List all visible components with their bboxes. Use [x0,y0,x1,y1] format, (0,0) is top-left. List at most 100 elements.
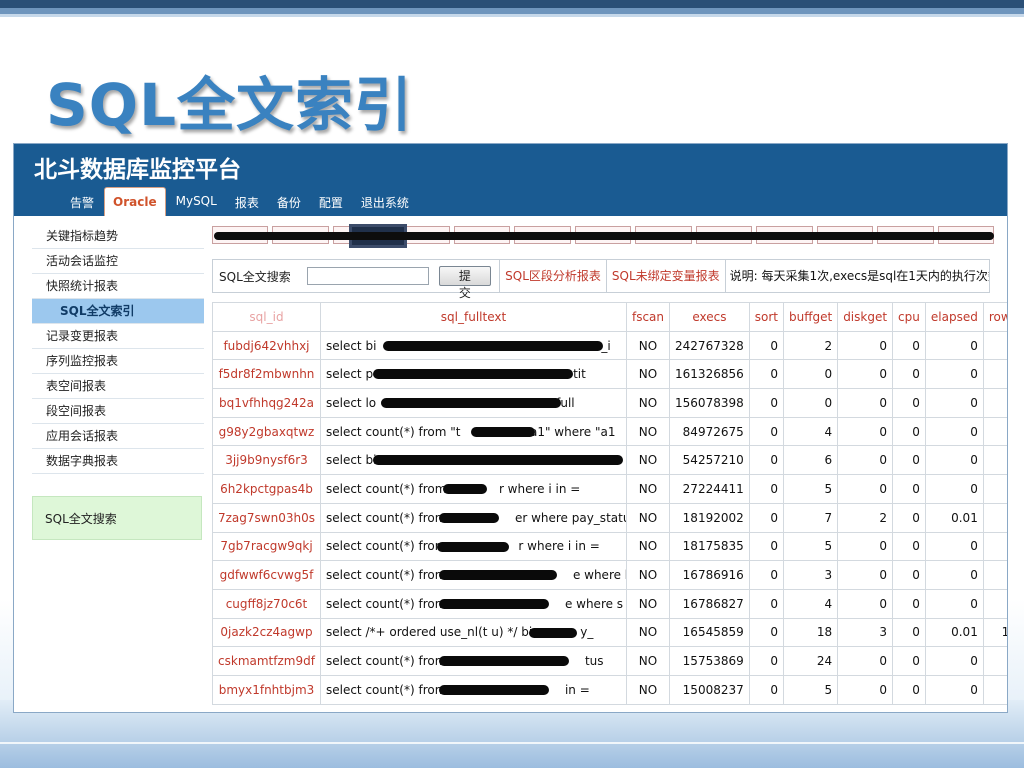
sql-fulltext-cell: select count(*) from t in = [319,674,627,705]
tab-report[interactable]: 报表 [227,187,267,216]
sql-fulltext-cell: select /*+ ordered use_nl(t u) */ bi y_ [319,617,627,648]
execs-cell: 27224411 [669,474,750,504]
sql-text-suffix: e where b [572,568,627,583]
sql-id-link[interactable]: fubdj642vhhxj [212,330,321,361]
sql-id-link[interactable]: 3jj9b9nysf6r3 [212,445,321,476]
tab-oracle[interactable]: Oracle [104,187,166,216]
cpu-cell: 0 [892,646,926,676]
sql-id-link[interactable]: cskmamtfzm9df [212,646,321,676]
sql-text-prefix: select count(*) from t [325,654,455,669]
sql-fulltext-cell: select count(*) from t tus [319,646,627,676]
col-buffget[interactable]: buffget [782,302,839,332]
sidebar-sql-search[interactable]: SQL全文搜索 [32,496,202,540]
execs-cell: 15008237 [669,674,750,705]
sql-id-link[interactable]: f5dr8f2mbwnhn [212,359,321,390]
table-row: 0jazk2cz4agwp select /*+ ordered use_nl(t… [212,617,1007,648]
sidebar-item-change-report[interactable]: 记录变更报表 [32,324,204,349]
sidebar-item-snapshot-report[interactable]: 快照统计报表 [32,274,204,299]
col-elapsed[interactable]: elapsed [924,302,984,332]
sort-cell: 0 [748,330,784,361]
table-row: 3jj9b9nysf6r3select biNO54257210060003 [212,445,1007,476]
sidebar-item-dictionary-report[interactable]: 数据字典报表 [32,449,204,474]
sql-id-link[interactable]: g98y2gbaxqtwz [212,416,321,447]
execs-cell: 161326856 [669,359,750,390]
link-sql-segment-report[interactable]: SQL区段分析报表 [499,260,606,292]
link-sql-unbound-report[interactable]: SQL未绑定变量报表 [605,260,725,292]
sql-text-prefix: select count(*) from t [325,568,455,583]
sidebar-item-key-metrics[interactable]: 关键指标趋势 [32,224,204,249]
sql-table-body: fubdj642vhhxj select bi r_i NO 242767328 0 2 0 0… [212,330,1007,705]
sql-id-link[interactable]: 6h2kpctgpas4b [212,474,321,504]
sql-fulltext-cell: select count(*) from t er where pay_statu… [319,502,627,533]
diskget-cell: 0 [837,474,894,504]
diskget-cell: 0 [837,560,894,590]
sort-cell: 0 [748,588,784,619]
fscan-cell: NO [625,646,671,676]
slide-top-bar-light [0,14,1024,17]
diskget-cell: 3 [837,617,894,648]
col-fscan[interactable]: fscan [625,302,671,332]
sql-id-link[interactable]: bq1vfhhqg242a [212,388,321,418]
sidebar-item-sql-fulltext[interactable]: SQL全文索引 [32,299,204,324]
sql-id-link[interactable]: 7gb7racgw9qkj [212,531,321,562]
sort-cell: 0 [748,445,784,476]
tab-mysql[interactable]: MySQL [168,187,225,216]
sql-id-link[interactable]: 7zag7swn03h0s [212,502,321,533]
table-row: cugff8jz70c6t select count(*) from t e whe… [212,588,1007,619]
sql-text-suffix: "a1" where "a1 [524,424,616,439]
cpu-cell: 0 [892,588,926,619]
sql-text-suffix: tit [573,367,586,382]
buffget-cell: 4 [782,588,839,619]
execs-cell: 54257210 [669,445,750,476]
sidebar-item-app-session-report[interactable]: 应用会话报表 [32,424,204,449]
sidebar-item-active-sessions[interactable]: 活动会话监控 [32,249,204,274]
sidebar-item-segment-report[interactable]: 段空间报表 [32,399,204,424]
sql-id-link[interactable]: cugff8jz70c6t [212,588,321,619]
submit-button[interactable]: 提交 [438,266,492,300]
fscan-cell: NO [625,445,671,476]
tab-backup[interactable]: 备份 [269,187,309,216]
col-diskget[interactable]: diskget [837,302,894,332]
sql-text-prefix: select count(*) from t [325,682,455,697]
elapsed-cell: 0 [924,474,984,504]
sidebar-item-tablespace-report[interactable]: 表空间报表 [32,374,204,399]
sql-id-link[interactable]: bmyx1fnhtbjm3 [212,674,321,705]
sql-text-prefix: select lo [325,395,377,410]
diskget-cell: 2 [837,502,894,533]
description-note: 说明: 每天采集1次,execs是sql在1天内的执行次数, [724,260,989,292]
sort-cell: 0 [748,502,784,533]
elapsed-cell: 0 [924,531,984,562]
fscan-cell: NO [625,388,671,418]
sql-id-link[interactable]: gdfwwf6cvwg5f [212,560,321,590]
sql-text-prefix: select p [325,367,374,382]
buffget-cell: 2 [782,330,839,361]
rows-cell: 1 [982,474,1007,504]
diskget-cell: 0 [837,388,894,418]
col-sql-id[interactable]: sql_id [212,302,321,332]
cpu-cell: 0 [892,330,926,361]
col-sql-fulltext[interactable]: sql_fulltext [319,302,627,332]
tab-config[interactable]: 配置 [311,187,351,216]
table-row: 7gb7racgw9qkj select count(*) from r where… [212,531,1007,562]
col-sort[interactable]: sort [748,302,784,332]
elapsed-cell: 0 [924,588,984,619]
redaction-mark [442,484,487,495]
col-rows[interactable]: rows [982,302,1007,332]
table-row: bq1vfhhqg242a select lo full NO 156078398 0 0 0… [212,388,1007,418]
rows-cell: 1 [982,359,1007,390]
buffget-cell: 0 [782,388,839,418]
sort-cell: 0 [748,474,784,504]
diskget-cell: 0 [837,359,894,390]
sidebar-item-sequence-monitor[interactable]: 序列监控报表 [32,349,204,374]
col-cpu[interactable]: cpu [892,302,926,332]
sql-text-prefix: select count(*) from t [325,596,455,611]
elapsed-cell: 0 [924,416,984,447]
sql-fulltext-cell: select lo full [319,388,627,418]
fscan-cell: NO [625,674,671,705]
table-header-row: sql_id sql_fulltext fscan execs sort buf… [212,302,1007,332]
tab-logout[interactable]: 退出系统 [353,187,417,216]
sql-id-link[interactable]: 0jazk2cz4agwp [212,617,321,648]
col-execs[interactable]: execs [669,302,750,332]
search-input[interactable] [306,267,429,285]
tab-alert[interactable]: 告警 [62,187,102,216]
